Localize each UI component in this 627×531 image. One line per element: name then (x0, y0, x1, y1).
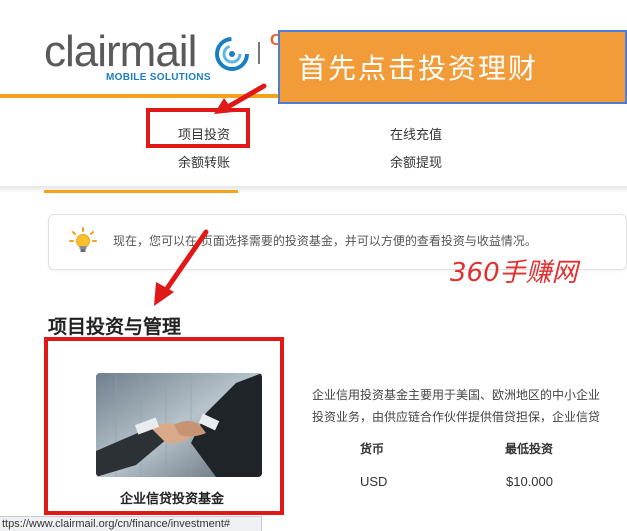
table-header-min-investment: 最低投资 (505, 442, 554, 456)
browser-status-bar: ttps://www.clairmail.org/cn/finance/inve… (0, 516, 262, 531)
instruction-callout-text: 首先点击投资理财 (298, 52, 539, 85)
nav-item-balance-withdraw[interactable]: 余额提现 (390, 152, 442, 171)
fund-description-line: 投资业务，由供应链合作伙伴提供借贷担保，企业信贷 (312, 410, 601, 424)
annotation-box-fund-card (44, 337, 284, 515)
section-title: 项目投资与管理 (48, 316, 182, 338)
logo-swirl-icon (215, 37, 249, 71)
lightbulb-icon (69, 227, 97, 252)
main-nav: 项目投资 在线充值 余额转账 余额提现 (0, 108, 627, 188)
site-logo[interactable]: clairmail MOBILE SOLUTIONS (44, 28, 274, 84)
annotation-arrow-icon (214, 83, 267, 114)
nav-item-balance-transfer[interactable]: 余额转账 (178, 152, 230, 171)
header-divider (258, 42, 260, 64)
nav-item-online-recharge[interactable]: 在线充值 (390, 124, 442, 143)
logo-tagline: MOBILE SOLUTIONS (106, 72, 211, 83)
fund-description-line: 企业信用投资基金主要用于美国、欧洲地区的中小企业 (312, 388, 601, 402)
instruction-callout: 首先点击投资理财 (278, 30, 627, 104)
fund-description: 企业信用投资基金主要用于美国、欧洲地区的中小企业 投资业务，由供应链合作伙伴提供… (312, 384, 627, 428)
table-cell-min-investment: $10.000 (506, 474, 553, 489)
watermark-text: 360手赚网 (450, 258, 578, 288)
nav-active-underline (44, 190, 238, 193)
page: clairmail MOBILE SOLUTIONS CM 首先点击投资理财 项… (0, 0, 627, 531)
logo-wordmark: clairmail (44, 27, 197, 76)
table-header-currency: 货币 (360, 442, 385, 456)
annotation-arrow-icon (154, 229, 209, 306)
table-cell-currency: USD (360, 474, 388, 489)
